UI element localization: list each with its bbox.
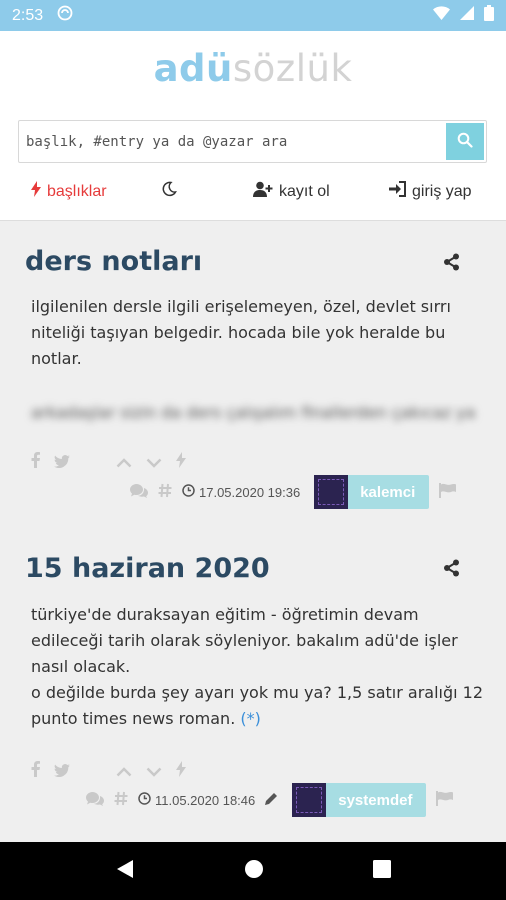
night-mode-toggle[interactable] [161,181,177,202]
top-nav: başlıklar kayıt ol giriş yap [0,181,506,211]
entry-line: punto times news roman. (*) [31,706,486,732]
bolt-icon [31,181,41,202]
flag-icon[interactable] [439,483,457,501]
wifi-icon [433,6,450,25]
share-icon[interactable] [442,253,462,275]
search-bar [18,120,487,163]
nav-register-label: kayıt ol [279,182,330,200]
bolt-vote-icon[interactable] [176,761,186,781]
nav-topics-label: başlıklar [47,182,107,200]
entry-line: niteliği taşıyan belgedir. hocada bile y… [31,323,446,342]
bolt-vote-icon[interactable] [176,452,186,472]
sign-in-icon [389,181,406,202]
facebook-icon[interactable] [31,761,40,781]
entry-line: edileceği tarih olarak söyleniyor. bakal… [31,631,458,650]
signal-icon [460,6,474,25]
entry-line: türkiye'de duraksayan eğitim - öğretimin… [31,605,419,624]
entry-line-text: punto times news roman. [31,709,236,728]
comments-icon[interactable] [86,791,104,809]
blurred-spoiler-text[interactable]: arkadaşlar sizin da ders çalışalım final… [31,403,486,422]
entry-meta: 11.05.2020 18:46 systemdef [86,783,454,817]
logo-part-sozluk: sözlük [232,47,353,90]
clock-icon [182,484,195,500]
moon-icon [161,181,177,202]
entry-date[interactable]: 17.05.2020 19:36 [182,484,300,500]
add-user-icon [253,181,273,202]
flag-icon[interactable] [436,791,454,809]
entry-date-text: 11.05.2020 18:46 [155,792,256,808]
entry-line: notlar. [31,349,82,368]
entry-card: ders notları ilgilenilen dersle ilgili e… [0,221,506,521]
upvote-icon[interactable] [116,762,132,781]
hashtag-icon[interactable] [158,483,172,501]
nav-topics[interactable]: başlıklar [31,181,107,202]
search-button[interactable] [446,123,484,160]
site-logo[interactable]: adüsözlük [0,47,506,90]
author-avatar [314,475,349,509]
entry-body: ilgilenilen dersle ilgili erişelemeyen, … [31,294,486,372]
battery-icon [484,5,494,26]
entry-actions [31,761,186,781]
entry-date[interactable]: 11.05.2020 18:46 [138,792,255,808]
system-nav-bar [0,842,506,900]
share-icon[interactable] [442,559,462,581]
app-header: adüsözlük başlıklar kayıt ol giriş yap [0,31,506,221]
entry-line: ilgilenilen dersle ilgili erişelemeyen, … [31,297,451,316]
author-badge[interactable]: kalemci [314,475,430,509]
author-name: kalemci [360,483,416,501]
entry-card: 15 haziran 2020 türkiye'de duraksayan eğ… [0,521,506,842]
entry-line: nasıl olacak. [31,657,131,676]
author-avatar [292,783,327,817]
home-icon[interactable] [244,859,264,883]
clock-icon [138,792,151,808]
search-input[interactable] [19,121,444,162]
entry-meta: 17.05.2020 19:36 kalemci [130,475,457,509]
twitter-icon[interactable] [54,762,70,781]
entry-actions [31,452,186,472]
author-badge[interactable]: systemdef [292,783,427,817]
logo-part-adu: adü [153,47,233,90]
entry-body: türkiye'de duraksayan eğitim - öğretimin… [31,602,486,732]
edit-pencil-icon[interactable] [265,792,278,808]
search-icon [457,132,473,152]
app-notification-icon [57,5,73,26]
status-bar: 2:53 [0,0,506,31]
nav-login-label: giriş yap [412,182,472,200]
nav-login[interactable]: giriş yap [389,181,472,202]
comments-icon[interactable] [130,483,148,501]
upvote-icon[interactable] [116,453,132,472]
entry-line: o değilde burda şey ayarı yok mu ya? 1,5… [31,683,484,702]
recents-icon[interactable] [373,860,392,882]
back-icon[interactable] [115,859,135,883]
facebook-icon[interactable] [31,452,40,472]
author-name: systemdef [338,791,413,809]
downvote-icon[interactable] [146,762,162,781]
entry-date-text: 17.05.2020 19:36 [199,484,301,500]
reference-link[interactable]: (*) [240,709,260,728]
status-time: 2:53 [12,6,44,24]
nav-register[interactable]: kayıt ol [253,181,330,202]
downvote-icon[interactable] [146,453,162,472]
hashtag-icon[interactable] [114,791,128,809]
entry-title[interactable]: 15 haziran 2020 [25,553,270,584]
twitter-icon[interactable] [54,453,70,472]
entry-title[interactable]: ders notları [25,246,202,277]
